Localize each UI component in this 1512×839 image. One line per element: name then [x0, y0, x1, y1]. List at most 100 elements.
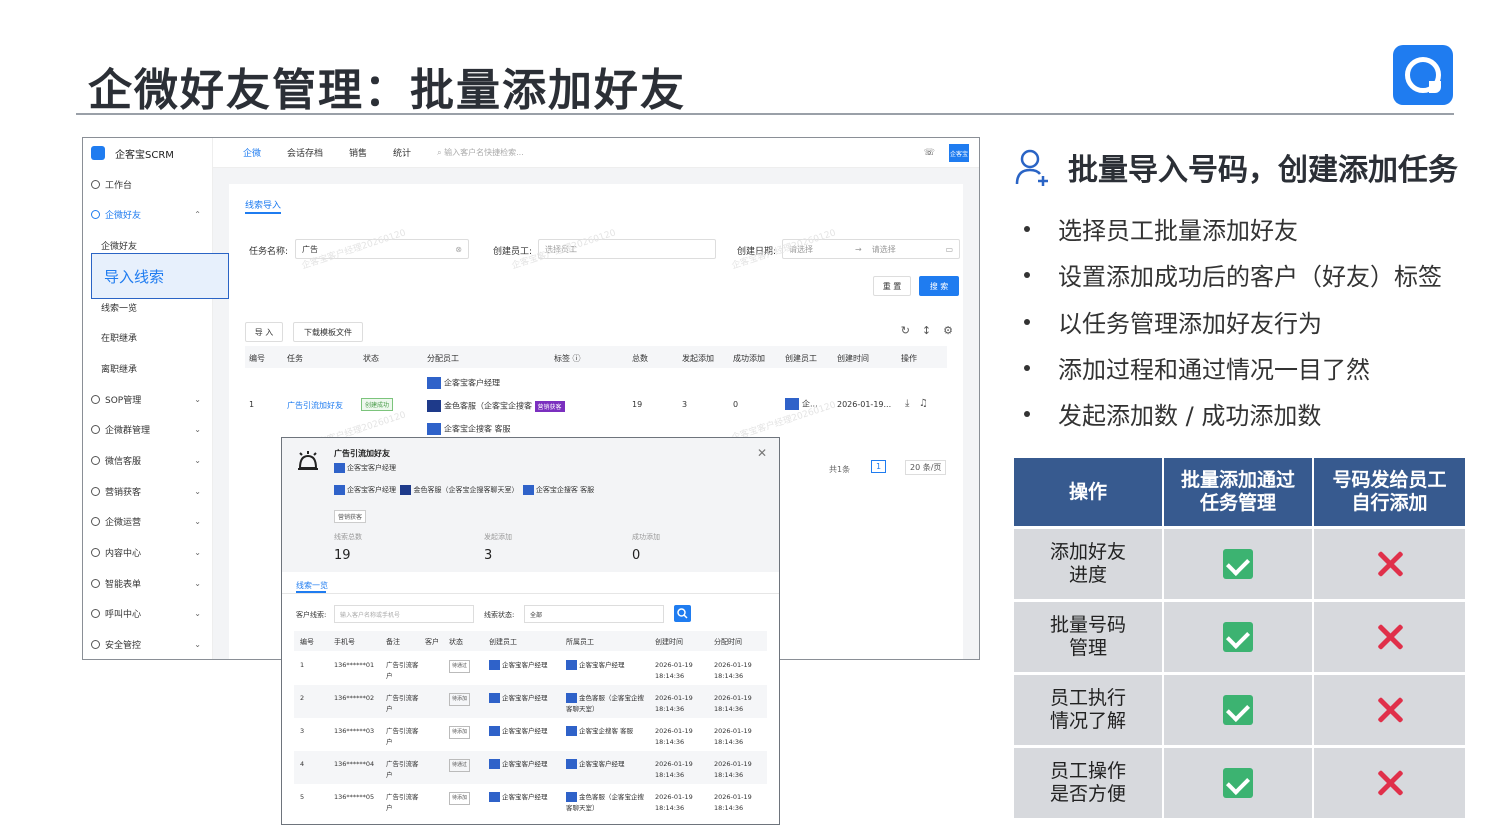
breadcrumb[interactable]: 线索导入: [245, 198, 281, 211]
tab-sales[interactable]: 销售: [349, 146, 367, 159]
import-button[interactable]: 导 入: [245, 322, 283, 342]
comparison-cell-batch: [1164, 748, 1314, 818]
date-range-picker[interactable]: 请选择 → 请选择 ▭: [782, 239, 960, 259]
tab-chat-archive[interactable]: 会话存档: [287, 146, 323, 159]
sidebar-sub-friends[interactable]: 企微好友: [101, 239, 137, 252]
sidebar-item-section[interactable]: 安全管控 ⌄: [83, 635, 213, 655]
highlight-import-leads[interactable]: 导入线索: [91, 253, 229, 299]
bullet-item: 设置添加成功后的客户（好友）标签: [1024, 257, 1442, 292]
staff-avatar-icon: [566, 693, 577, 703]
cell-note: 广告引流客户: [386, 793, 419, 812]
cell-owner: 企客宝企搜客 客服: [566, 726, 644, 737]
cell-note: 广告引流客户: [386, 694, 419, 713]
pagination-page[interactable]: 1: [871, 460, 887, 473]
cell-assigned: 2026-01-19 18:14:36: [714, 727, 752, 746]
tab-stats[interactable]: 统计: [393, 146, 411, 159]
cell-id: 4: [300, 760, 305, 768]
download-template-button[interactable]: 下载模板文件: [293, 322, 363, 342]
cross-icon: [1376, 696, 1404, 724]
stat-label-initiated: 发起添加: [484, 533, 512, 541]
sidebar-sub-on-job[interactable]: 在职继承: [101, 331, 137, 344]
sidebar-sub-leads-list[interactable]: 线索一览: [101, 301, 137, 314]
comparison-cell-manual: [1314, 748, 1465, 818]
tab-wechat[interactable]: 企微: [243, 146, 261, 159]
top-search-input[interactable]: ⌕ 输入客户名快捷检索...: [437, 147, 524, 158]
sidebar-item-section[interactable]: 企微群管理 ⌄: [83, 420, 213, 440]
search-icon[interactable]: [674, 605, 691, 622]
row-task-link[interactable]: 广告引流加好友: [287, 400, 343, 411]
sidebar-item-section[interactable]: 内容中心 ⌄: [83, 543, 213, 563]
stat-value-initiated: 3: [484, 548, 493, 563]
cell-note: 广告引流客户: [386, 727, 419, 746]
creator-label: 创建员工:: [493, 247, 533, 257]
modal-owner: 企客宝客户经理: [334, 463, 396, 473]
clear-icon[interactable]: ⊗: [455, 245, 462, 254]
check-icon: [1223, 622, 1253, 652]
staff-avatar-icon: [566, 726, 577, 736]
row-actions: ⤓ ♫: [905, 398, 928, 409]
cell-id: 1: [300, 661, 305, 669]
refresh-icon[interactable]: ↻: [901, 324, 910, 337]
mth-customer: 客户: [425, 638, 439, 646]
sidebar-item-workbench[interactable]: 工作台: [83, 174, 213, 194]
cell-owner: 金色客服（企客宝企搜客聊天室）: [566, 792, 644, 812]
title-divider: [76, 113, 1454, 115]
cell-creator: 企客宝客户经理: [489, 693, 548, 704]
staff-avatar-icon: [427, 377, 441, 389]
chevron-down-icon: ⌄: [194, 609, 201, 619]
page-size-select[interactable]: 20 条/页: [905, 460, 947, 475]
download-icon[interactable]: ⤓: [905, 398, 909, 409]
sidebar-item-section[interactable]: 微信客服 ⌄: [83, 450, 213, 470]
staff-avatar-icon: [489, 759, 500, 769]
sidebar-item-section[interactable]: 呼叫中心 ⌄: [83, 604, 213, 624]
reset-button[interactable]: 重 置: [873, 276, 911, 296]
cell-creator: 企客宝客户经理: [489, 660, 548, 671]
customer-filter-input[interactable]: 输入客户名称或手机号: [334, 605, 474, 623]
avatar[interactable]: 企客宝: [949, 144, 969, 162]
cell-assigned: 2026-01-19 18:14:36: [714, 793, 752, 812]
settings-icon[interactable]: ⚙: [943, 324, 953, 337]
column-height-icon[interactable]: ↕: [922, 324, 931, 337]
staff-avatar-icon: [427, 423, 441, 435]
cell-created: 2026-01-19 18:14:36: [655, 694, 693, 713]
status-filter-label: 线索状态:: [484, 611, 515, 619]
th-creator: 创建员工: [785, 354, 817, 363]
row-created: 2026-01-19...: [837, 400, 892, 409]
sidebar-item-section[interactable]: SOP管理 ⌄: [83, 389, 213, 409]
comparison-row-label: 批量号码 管理: [1014, 602, 1164, 672]
status-filter-select[interactable]: 全部: [524, 605, 664, 623]
th-status: 状态: [363, 354, 379, 363]
date-label: 创建日期:: [737, 247, 777, 257]
cell-created: 2026-01-19 18:14:36: [655, 661, 693, 680]
sidebar-item-section[interactable]: 企微运营 ⌄: [83, 512, 213, 532]
th-total: 总数: [632, 354, 648, 363]
mth-owner: 所属员工: [566, 638, 594, 646]
bell-icon[interactable]: ♫: [919, 398, 928, 409]
chevron-down-icon: ⌄: [194, 486, 201, 496]
chevron-down-icon: ⌄: [194, 394, 201, 404]
sidebar-item-wechat-friends[interactable]: 企微好友 ⌃: [83, 204, 213, 224]
menu-icon: [91, 578, 100, 588]
close-icon[interactable]: ✕: [757, 446, 767, 460]
phone-icon[interactable]: ☏: [924, 148, 935, 158]
sidebar-item-section[interactable]: 智能表单 ⌄: [83, 573, 213, 593]
tab-leads-list[interactable]: 线索一览: [296, 580, 328, 591]
comparison-cell-batch: [1164, 602, 1314, 672]
cell-phone: 136******01: [334, 661, 375, 669]
crumb-underline: [245, 212, 281, 214]
th-created: 创建时间: [837, 354, 869, 363]
th-actions: 操作: [901, 354, 917, 363]
comparison-cell-batch: [1164, 675, 1314, 745]
menu-icon: [91, 394, 100, 404]
cell-phone: 136******04: [334, 760, 375, 768]
chevron-down-icon: ⌄: [194, 578, 201, 588]
sidebar-item-section[interactable]: 营销获客 ⌄: [83, 481, 213, 501]
alarm-icon: [298, 451, 318, 470]
cross-icon: [1376, 550, 1404, 578]
search-button[interactable]: 搜 索: [919, 276, 959, 296]
cell-owner: 金色客服（企客宝企搜客聊天室）: [566, 693, 644, 713]
sidebar-sub-off-job[interactable]: 离职继承: [101, 362, 137, 375]
app-logo-icon: [91, 146, 105, 160]
creator-select[interactable]: 选择员工: [538, 239, 716, 259]
task-name-input[interactable]: 广告 ⊗: [295, 239, 469, 259]
